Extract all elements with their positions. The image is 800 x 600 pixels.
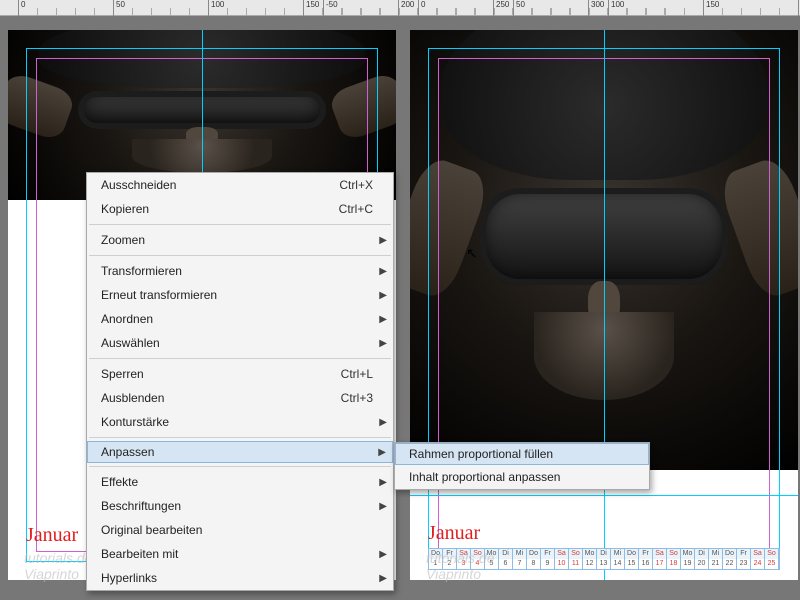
- calendar-cell: Mi7: [513, 549, 527, 569]
- ruler-tick: 50: [513, 0, 525, 16]
- context-submenu-anpassen[interactable]: Rahmen proportional füllen Inhalt proport…: [394, 442, 650, 490]
- calendar-cell: Sa17: [653, 549, 667, 569]
- calendar-cell: Mi21: [709, 549, 723, 569]
- ruler-tick: 150: [703, 0, 719, 16]
- context-menu-item-effekte[interactable]: Effekte ▶: [87, 470, 393, 494]
- context-menu[interactable]: AusschneidenCtrl+XKopierenCtrl+CZoomen▶T…: [86, 172, 394, 591]
- menu-item-label: Zoomen: [101, 233, 373, 247]
- calendar-cell: Fr23: [737, 549, 751, 569]
- context-menu-item-anpassen[interactable]: Anpassen ▶: [87, 441, 393, 463]
- menu-item-label: Original bearbeiten: [101, 523, 373, 537]
- menu-item-shortcut: Ctrl+3: [341, 391, 373, 405]
- submenu-arrow-icon: ▶: [378, 447, 386, 458]
- menu-item-shortcut: Ctrl+C: [339, 202, 373, 216]
- context-menu-item-kopieren[interactable]: Kopieren Ctrl+C: [87, 197, 393, 221]
- context-menu-item-ausschneiden[interactable]: Ausschneiden Ctrl+X: [87, 173, 393, 197]
- watermark-left-1: tutorials.de: [24, 550, 92, 566]
- watermark-left-2: Viaprinto: [24, 566, 79, 582]
- submenu-arrow-icon: ▶: [379, 417, 387, 428]
- submenu-arrow-icon: ▶: [379, 501, 387, 512]
- ruler-tick: 150: [303, 0, 319, 16]
- menu-item-shortcut: Ctrl+X: [339, 178, 373, 192]
- ruler-tick: 250: [493, 0, 509, 16]
- page-right[interactable]: Januar Do1Fr2Sa3So4Mo5Di6Mi7Do8Fr9Sa10So…: [410, 30, 798, 580]
- menu-item-shortcut: Ctrl+L: [341, 367, 373, 381]
- ruler-tick: 100: [608, 0, 624, 16]
- context-menu-item-bearbeiten-mit[interactable]: Bearbeiten mit ▶: [87, 542, 393, 566]
- context-menu-item-original-bearbeiten[interactable]: Original bearbeiten: [87, 518, 393, 542]
- submenu-arrow-icon: ▶: [379, 290, 387, 301]
- calendar-cell: Fr16: [639, 549, 653, 569]
- calendar-cell: Do8: [527, 549, 541, 569]
- context-menu-item-erneut-transformieren[interactable]: Erneut transformieren ▶: [87, 283, 393, 307]
- menu-item-label: Rahmen proportional füllen: [409, 447, 629, 461]
- ruler-tick: 0: [18, 0, 25, 16]
- menu-item-label: Beschriftungen: [101, 499, 373, 513]
- context-menu-item-anordnen[interactable]: Anordnen ▶: [87, 307, 393, 331]
- menu-item-label: Sperren: [101, 367, 311, 381]
- menu-item-label: Ausblenden: [101, 391, 311, 405]
- calendar-cell: Do15: [625, 549, 639, 569]
- menu-item-label: Erneut transformieren: [101, 288, 373, 302]
- context-menu-item-sperren[interactable]: Sperren Ctrl+L: [87, 362, 393, 386]
- guide-horizontal-right: [410, 495, 798, 496]
- context-menu-item-hyperlinks[interactable]: Hyperlinks ▶: [87, 566, 393, 590]
- calendar-cell: Mo12: [583, 549, 597, 569]
- calendar-cell: So11: [569, 549, 583, 569]
- guide-vertical-right: [604, 30, 605, 580]
- submenu-arrow-icon: ▶: [379, 573, 387, 584]
- menu-item-label: Transformieren: [101, 264, 373, 278]
- calendar-cell: Di20: [695, 549, 709, 569]
- ruler-tick: 100: [208, 0, 224, 16]
- menu-item-label: Auswählen: [101, 336, 373, 350]
- calendar-cell: Fr9: [541, 549, 555, 569]
- menu-item-label: Anpassen: [101, 445, 373, 459]
- ruler-tick: 50: [113, 0, 125, 16]
- menu-item-label: Kopieren: [101, 202, 309, 216]
- menu-item-label: Hyperlinks: [101, 571, 373, 585]
- menu-item-label: Effekte: [101, 475, 373, 489]
- calendar-month-right: Januar: [428, 522, 480, 545]
- ruler-tick: 300: [588, 0, 604, 16]
- calendar-cell: Sa24: [751, 549, 765, 569]
- watermark-right-2: Viaprinto: [426, 566, 481, 582]
- context-menu-item-konturstärke[interactable]: Konturstärke ▶: [87, 410, 393, 434]
- submenu-arrow-icon: ▶: [379, 235, 387, 246]
- calendar-cell: Sa10: [555, 549, 569, 569]
- menu-item-label: Ausschneiden: [101, 178, 309, 192]
- calendar-cell: Mi14: [611, 549, 625, 569]
- menu-item-label: Konturstärke: [101, 415, 373, 429]
- submenu-arrow-icon: ▶: [379, 338, 387, 349]
- watermark-right-1: tutorials.de: [426, 550, 494, 566]
- calendar-cell: Do22: [723, 549, 737, 569]
- ruler-tick: 0: [418, 0, 425, 16]
- calendar-cell: Di13: [597, 549, 611, 569]
- calendar-cell: Mo19: [681, 549, 695, 569]
- menu-item-label: Anordnen: [101, 312, 373, 326]
- menu-item-label: Inhalt proportional anpassen: [409, 470, 629, 484]
- menu-item-label: Bearbeiten mit: [101, 547, 373, 561]
- submenu-arrow-icon: ▶: [379, 266, 387, 277]
- calendar-cell: Di6: [499, 549, 513, 569]
- context-menu-item-ausblenden[interactable]: Ausblenden Ctrl+3: [87, 386, 393, 410]
- calendar-cell: So18: [667, 549, 681, 569]
- ruler-tick: -50: [323, 0, 338, 16]
- context-menu-item-beschriftungen[interactable]: Beschriftungen ▶: [87, 494, 393, 518]
- submenu-item-inhalt-proportional-anpassen[interactable]: Inhalt proportional anpassen: [395, 465, 649, 489]
- submenu-item-rahmen-proportional-füllen[interactable]: Rahmen proportional füllen: [395, 443, 649, 465]
- calendar-month-left: Januar: [26, 524, 78, 547]
- ruler-tick: 200: [398, 0, 414, 16]
- context-menu-item-auswählen[interactable]: Auswählen ▶: [87, 331, 393, 355]
- submenu-arrow-icon: ▶: [379, 477, 387, 488]
- ruler-horizontal: 050100150200250300-50050100150200: [0, 0, 800, 16]
- submenu-arrow-icon: ▶: [379, 549, 387, 560]
- submenu-arrow-icon: ▶: [379, 314, 387, 325]
- calendar-cell: So25: [765, 549, 779, 569]
- context-menu-item-transformieren[interactable]: Transformieren ▶: [87, 259, 393, 283]
- context-menu-item-zoomen[interactable]: Zoomen ▶: [87, 228, 393, 252]
